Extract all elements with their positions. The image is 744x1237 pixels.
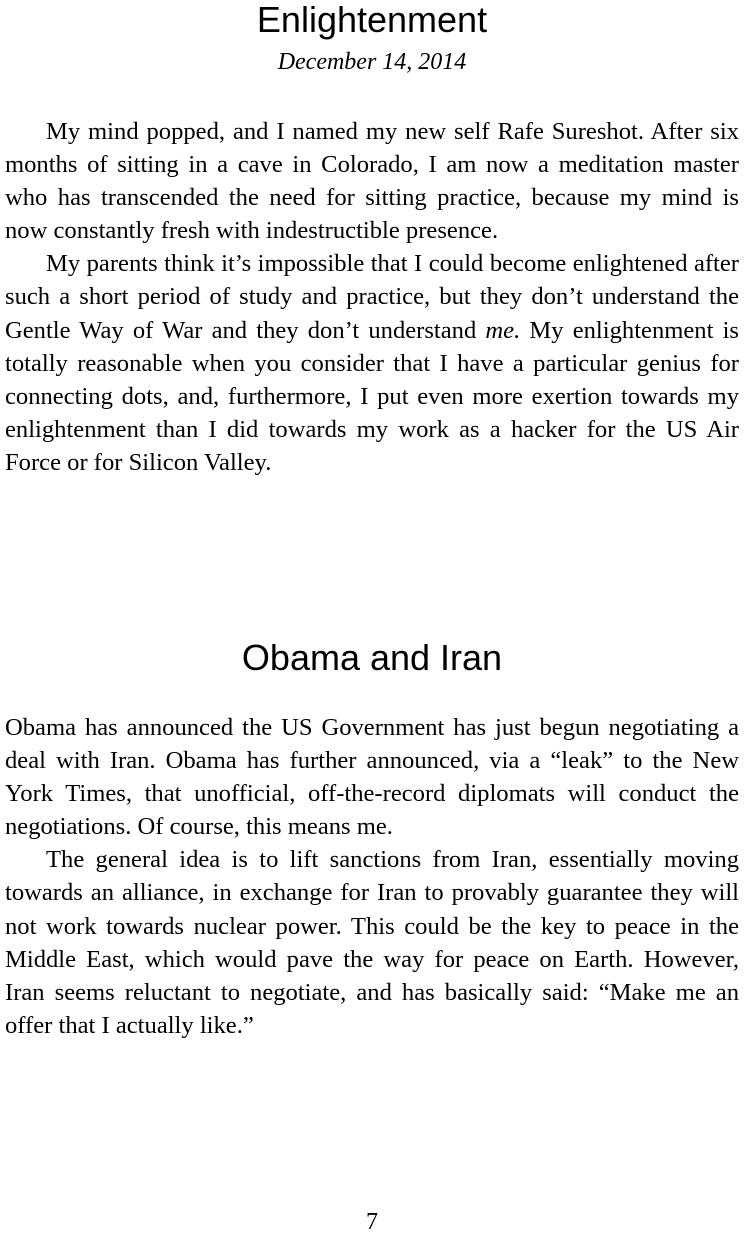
section-date: December 14, 2014 xyxy=(277,49,467,75)
paragraph: My mind popped, and I named my new self … xyxy=(5,118,739,245)
emphasis-text: me. xyxy=(485,316,521,344)
section-title-obama-and-iran: Obama and Iran xyxy=(241,637,503,678)
section-body-obama-and-iran: Obama has announced the US Government ha… xyxy=(5,711,739,1042)
section-body-enlightenment: My mind popped, and I named my new self … xyxy=(5,115,739,479)
section-title-enlightenment: Enlightenment xyxy=(256,0,488,40)
paragraph: Obama has announced the US Government ha… xyxy=(5,714,739,841)
paragraph: My parents think it’s impossible that I … xyxy=(5,247,739,479)
page-number: 7 xyxy=(366,1209,378,1235)
paragraph: The general idea is to lift sanctions fr… xyxy=(5,846,739,1039)
